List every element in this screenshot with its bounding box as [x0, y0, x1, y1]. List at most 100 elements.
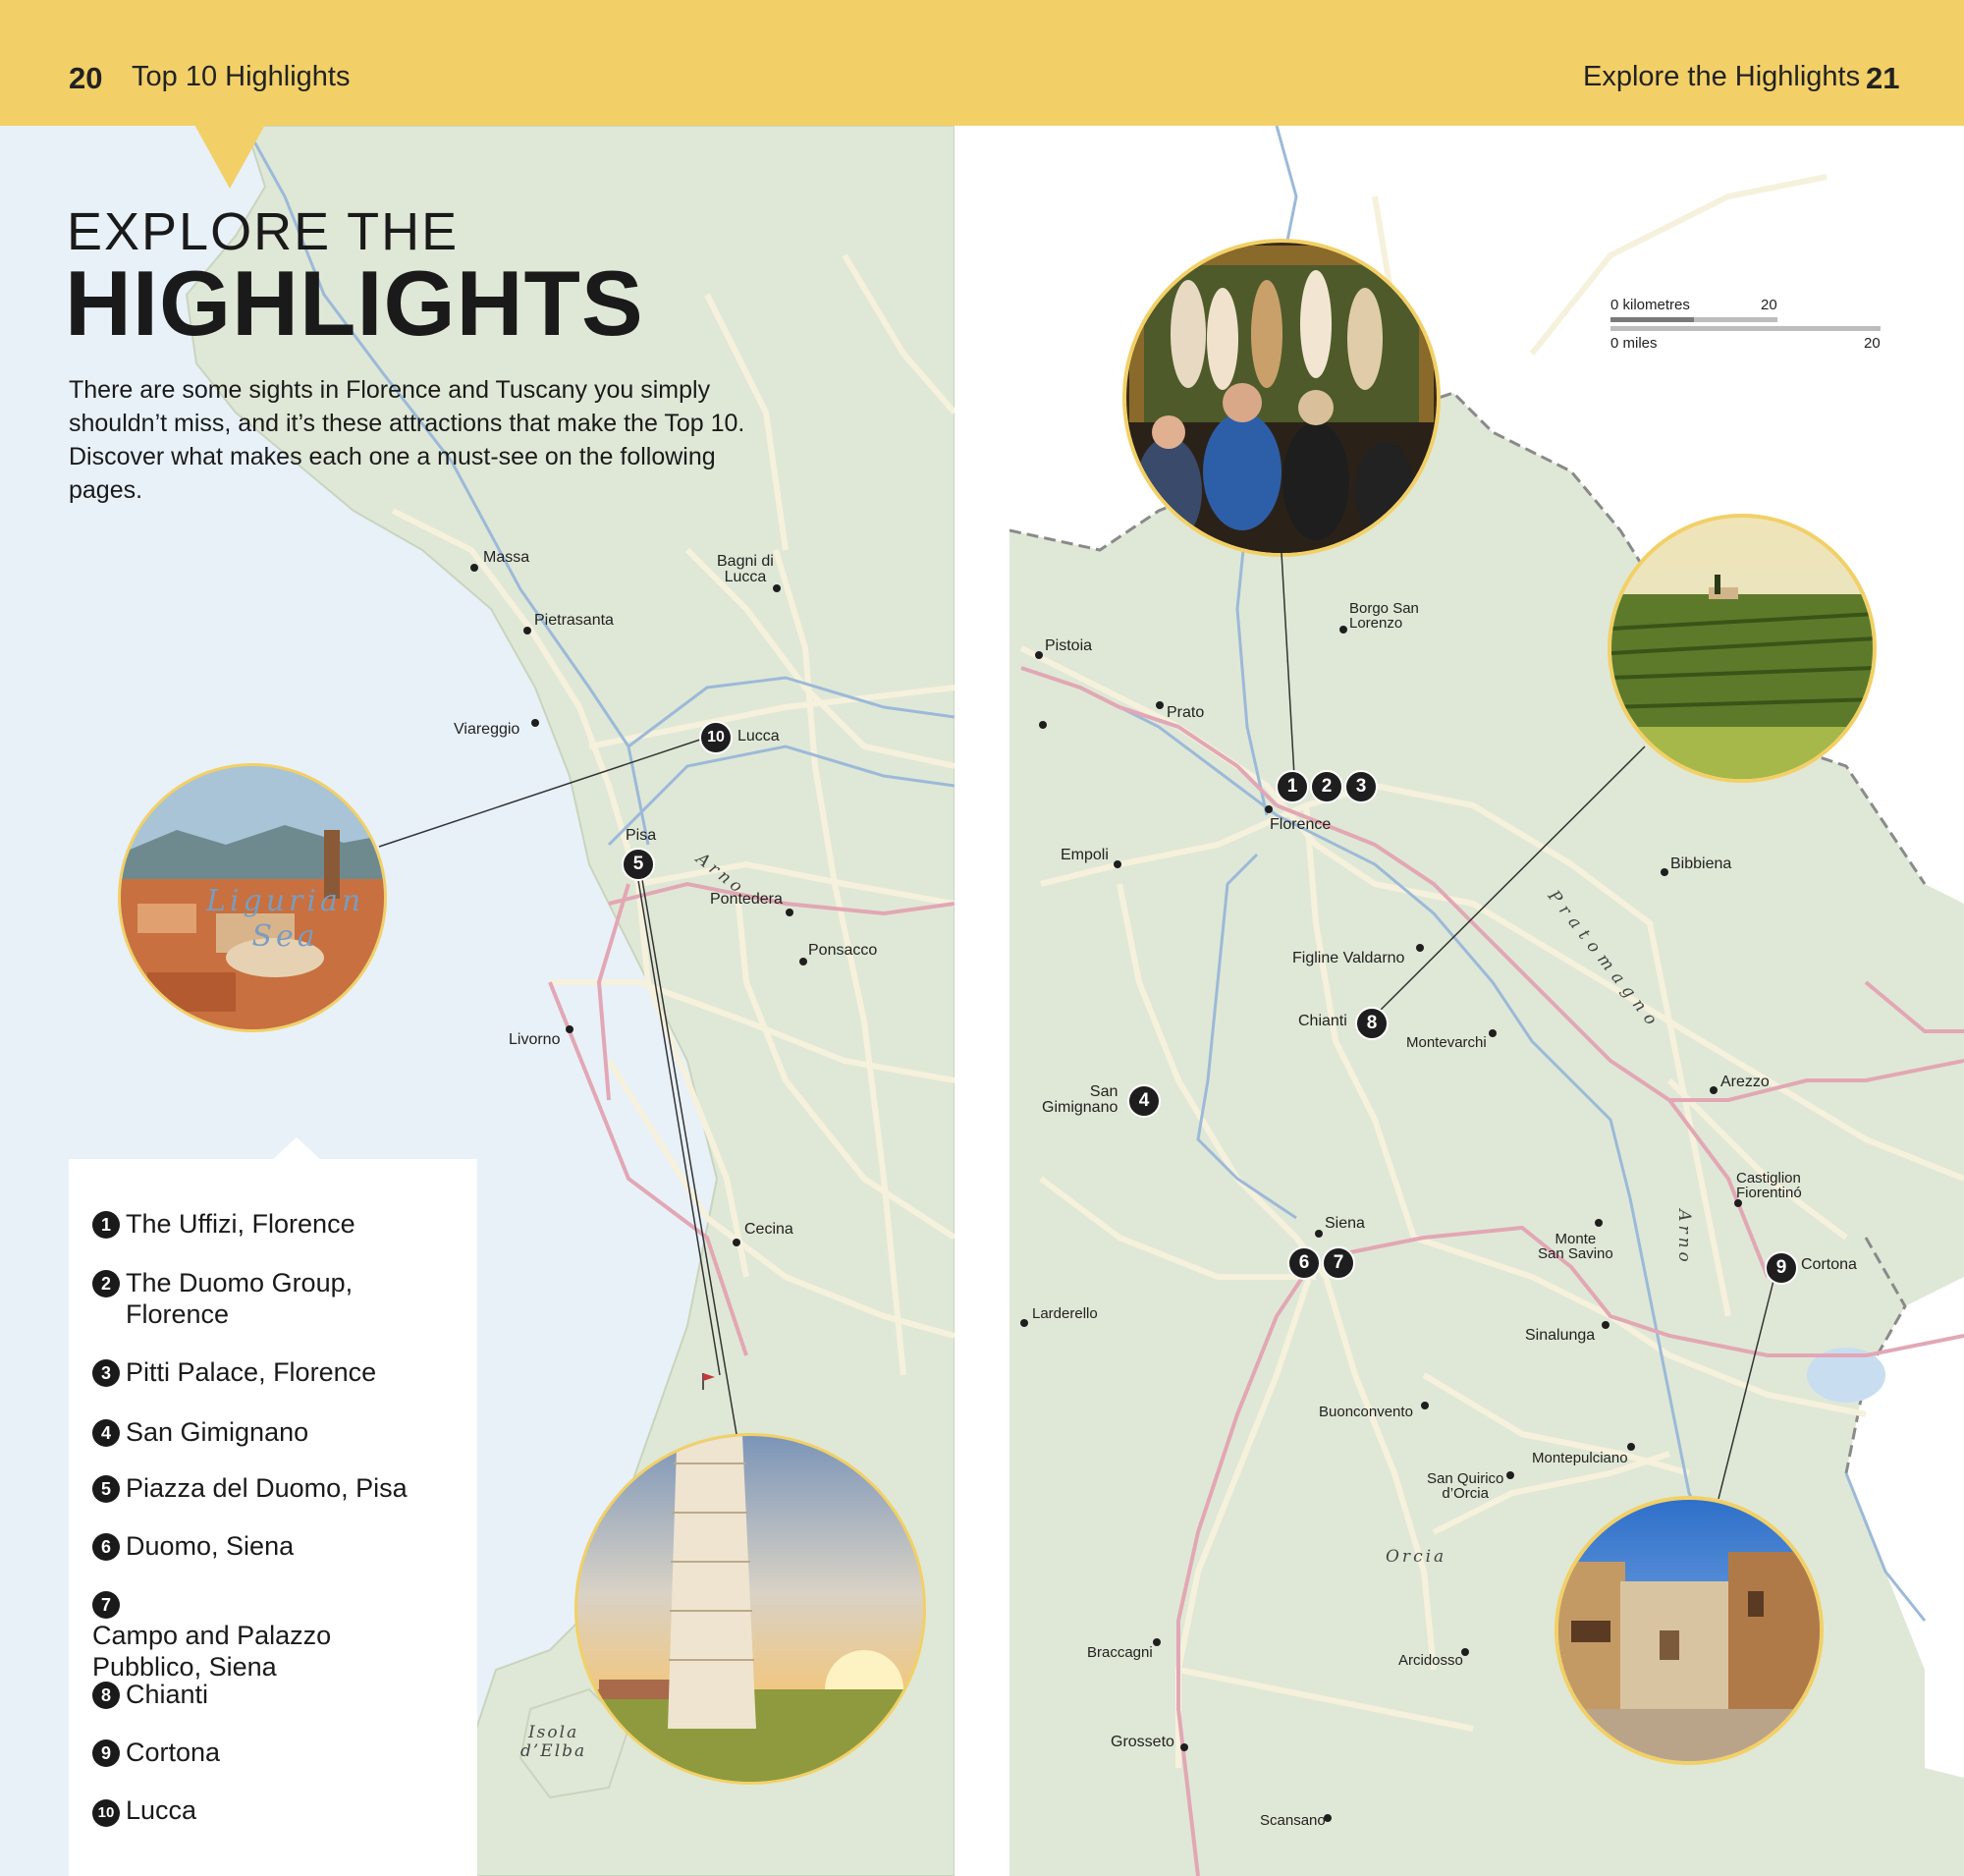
place-cortona: Cortona: [1801, 1256, 1857, 1273]
legend-label-4: San Gimignano: [126, 1417, 309, 1447]
legend-item-3[interactable]: 3 Pitti Palace, Florence: [92, 1356, 376, 1388]
place-castiglion-line1: Castiglion: [1736, 1170, 1801, 1186]
legend-num-8: 8: [92, 1682, 120, 1709]
sea-label-line2: Sea: [251, 919, 319, 954]
scale-mi-value: 20: [1864, 335, 1881, 352]
place-larderello: Larderello: [1032, 1305, 1098, 1322]
place-monte-line2: San Savino: [1538, 1245, 1613, 1262]
place-buonconvento: Buonconvento: [1319, 1404, 1413, 1420]
place-arezzo: Arezzo: [1720, 1074, 1770, 1090]
isola-d-elba: Isola d’Elba: [520, 1724, 586, 1761]
page-gutter: [955, 126, 1009, 1876]
scale-km-label: 0 kilometres: [1610, 297, 1690, 313]
right-page-number: 21: [1866, 61, 1900, 95]
legend-item-2[interactable]: 2 The Duomo Group, Florence: [92, 1267, 387, 1330]
place-arcidosso: Arcidosso: [1398, 1652, 1463, 1669]
river-orcia: Orcia: [1386, 1547, 1447, 1567]
marker-1[interactable]: 1: [1276, 770, 1309, 803]
river-arno-east: Arno: [1673, 1209, 1694, 1266]
legend-num-10: 10: [92, 1799, 120, 1827]
place-castiglion-line2: Fiorentinó: [1736, 1185, 1802, 1201]
legend-notch: [271, 1137, 322, 1161]
place-monte-san-savino: Monte San Savino: [1538, 1232, 1613, 1261]
place-montepulciano: Montepulciano: [1532, 1450, 1628, 1466]
legend-num-2: 2: [92, 1270, 120, 1297]
title-line-2: HIGHLIGHTS: [65, 251, 644, 355]
left-page-number: 20: [69, 61, 103, 95]
right-map: [1009, 126, 1964, 1876]
marker-8[interactable]: 8: [1355, 1007, 1389, 1040]
marker-7[interactable]: 7: [1322, 1246, 1355, 1280]
place-bibbiena: Bibbiena: [1670, 855, 1732, 872]
isola-line2: d’Elba: [520, 1741, 587, 1761]
place-san-quirico-d-orcia: San Quirico d’Orcia: [1427, 1471, 1503, 1501]
intro-paragraph: There are some sights in Florence and Tu…: [69, 376, 745, 504]
place-massa: Massa: [483, 549, 530, 566]
legend-label-5: Piazza del Duomo, Pisa: [126, 1473, 408, 1503]
place-sinalunga: Sinalunga: [1525, 1327, 1596, 1344]
marker-9[interactable]: 9: [1765, 1251, 1798, 1285]
legend-label-10: Lucca: [126, 1795, 197, 1825]
legend-label-9: Cortona: [126, 1738, 221, 1767]
place-prato: Prato: [1167, 704, 1205, 721]
sea-label: Ligurian Sea: [206, 884, 364, 955]
legend-label-1: The Uffizi, Florence: [126, 1209, 355, 1239]
scale-km-value: 20: [1761, 297, 1777, 313]
place-bagni-line2: Lucca: [724, 569, 767, 585]
place-empoli: Empoli: [1061, 847, 1109, 863]
sea-label-line1: Ligurian: [206, 884, 365, 918]
place-livorno: Livorno: [509, 1031, 561, 1048]
place-figline-valdarno: Figline Valdarno: [1292, 950, 1405, 966]
scale-mi-label: 0 miles: [1610, 335, 1658, 352]
place-san-gim-line1: San: [1089, 1083, 1118, 1100]
marker-6[interactable]: 6: [1287, 1246, 1321, 1280]
place-florence: Florence: [1270, 816, 1332, 833]
marker-4[interactable]: 4: [1127, 1084, 1161, 1118]
legend-item-9[interactable]: 9 Cortona: [92, 1737, 220, 1768]
place-borgo-line2: Lorenzo: [1349, 615, 1403, 632]
place-castiglion-fiorentino: Castiglion Fiorentinó: [1736, 1171, 1802, 1200]
place-ponsacco: Ponsacco: [808, 942, 878, 959]
place-monte-line1: Monte: [1555, 1231, 1597, 1247]
legend-item-8[interactable]: 8 Chianti: [92, 1679, 208, 1710]
legend-item-10[interactable]: 10 Lucca: [92, 1794, 196, 1827]
legend-item-4[interactable]: 4 San Gimignano: [92, 1416, 308, 1448]
place-montevarchi: Montevarchi: [1406, 1034, 1487, 1051]
marker-2[interactable]: 2: [1310, 770, 1343, 803]
legend-item-7[interactable]: 7Campo and Palazzo Pubblico, Siena: [92, 1588, 387, 1683]
isola-line1: Isola: [527, 1723, 579, 1742]
place-borgo-san-lorenzo: Borgo San Lorenzo: [1349, 601, 1419, 631]
legend-num-1: 1: [92, 1211, 120, 1239]
legend-label-3: Pitti Palace, Florence: [126, 1357, 377, 1387]
legend-num-4: 4: [92, 1419, 120, 1447]
marker-3[interactable]: 3: [1344, 770, 1378, 803]
legend-label-2: The Duomo Group, Florence: [126, 1268, 354, 1329]
place-san-gimignano: San Gimignano: [1042, 1084, 1118, 1116]
place-siena: Siena: [1325, 1215, 1365, 1232]
place-borgo-line1: Borgo San: [1349, 600, 1419, 617]
place-bagni-line1: Bagni di: [717, 553, 774, 570]
legend-num-7: 7: [92, 1591, 120, 1619]
place-lucca: Lucca: [737, 728, 780, 745]
place-chianti: Chianti: [1298, 1013, 1347, 1029]
place-braccagni: Braccagni: [1087, 1644, 1153, 1661]
place-viareggio: Viareggio: [454, 721, 520, 738]
legend-num-9: 9: [92, 1739, 120, 1767]
legend-item-1[interactable]: 1 The Uffizi, Florence: [92, 1208, 355, 1240]
legend-label-7: Campo and Palazzo Pubblico, Siena: [92, 1621, 332, 1682]
legend-item-5[interactable]: 5 Piazza del Duomo, Pisa: [92, 1472, 408, 1504]
place-sanquirico-line2: d’Orcia: [1442, 1485, 1489, 1502]
place-pontedera: Pontedera: [710, 891, 783, 908]
marker-5[interactable]: 5: [622, 848, 655, 881]
legend-num-5: 5: [92, 1475, 120, 1503]
legend-label-6: Duomo, Siena: [126, 1531, 295, 1561]
place-sanquirico-line1: San Quirico: [1427, 1470, 1504, 1487]
legend-label-8: Chianti: [126, 1680, 209, 1709]
marker-10[interactable]: 10: [699, 721, 733, 754]
legend-item-6[interactable]: 6 Duomo, Siena: [92, 1530, 294, 1562]
place-cecina: Cecina: [744, 1221, 793, 1238]
place-bagni-di-lucca: Bagni di Lucca: [717, 554, 774, 585]
place-scansano: Scansano: [1260, 1812, 1326, 1829]
legend-num-3: 3: [92, 1359, 120, 1387]
place-san-gim-line2: Gimignano: [1042, 1099, 1118, 1116]
